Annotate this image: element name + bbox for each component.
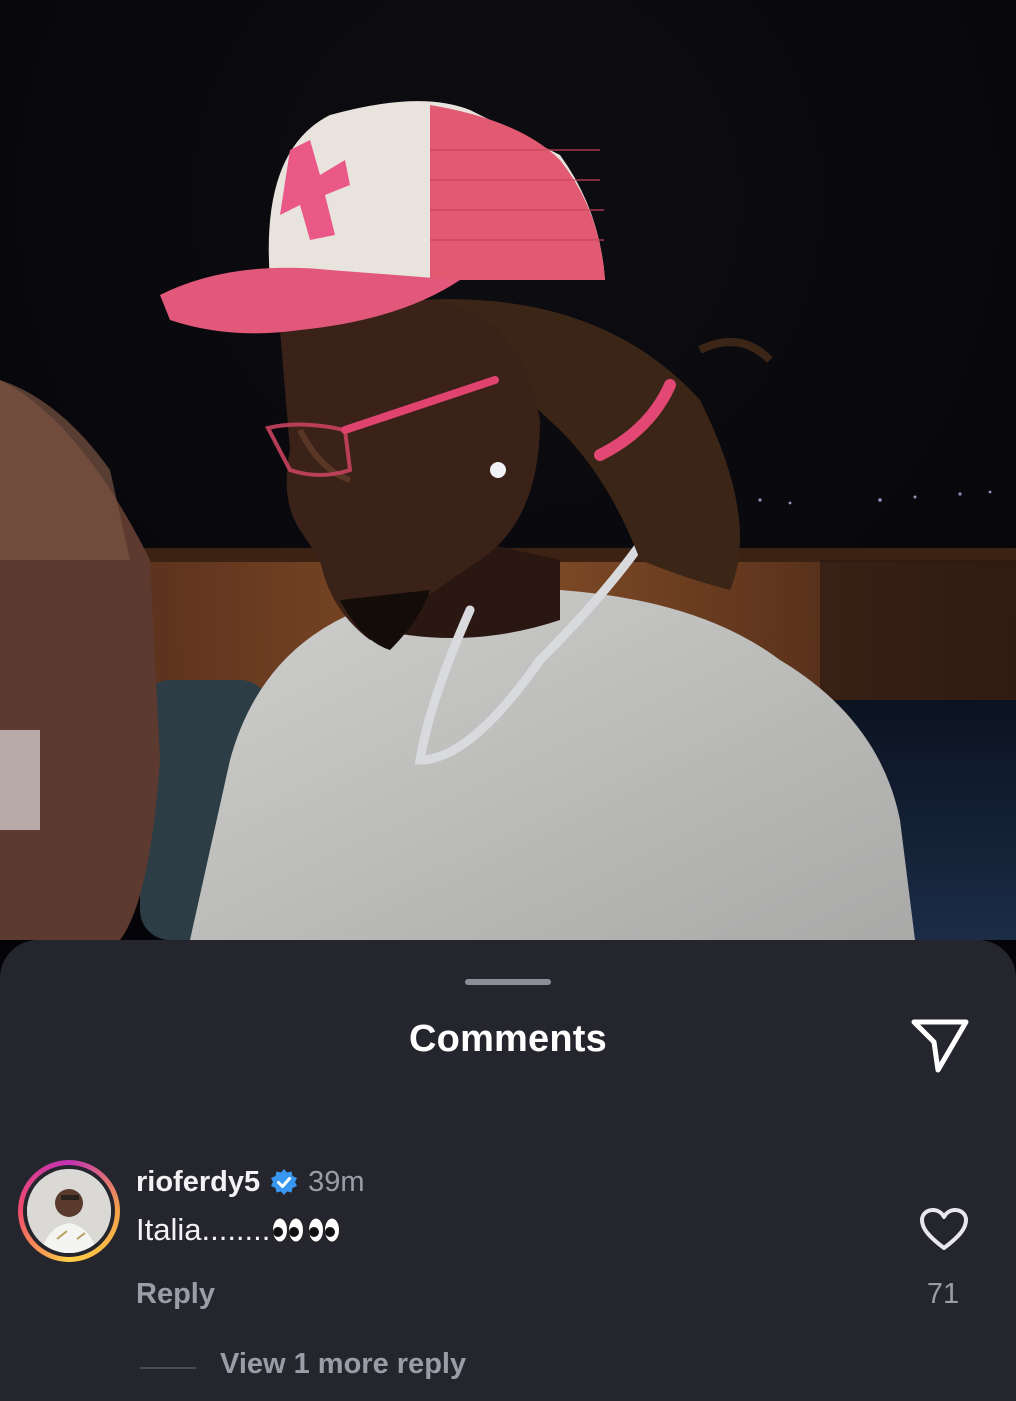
avatar[interactable] — [18, 1160, 120, 1262]
comment-text: Italia........ — [136, 1212, 271, 1247]
drag-handle[interactable] — [465, 979, 551, 985]
comment-timestamp: 39m — [308, 1165, 365, 1198]
comment-username[interactable]: rioferdy5 — [136, 1166, 260, 1199]
paper-plane-icon — [911, 1019, 969, 1073]
comments-sheet: Comments rioferdy5 39m Italia........ Re… — [0, 940, 1016, 1401]
story-ring — [18, 1160, 120, 1262]
post-photo — [0, 0, 1016, 1000]
verified-badge-icon — [271, 1169, 298, 1195]
reply-button[interactable]: Reply — [136, 1278, 215, 1311]
like-count: 71 — [926, 1278, 960, 1310]
like-button[interactable] — [918, 1206, 970, 1252]
avatar-image — [27, 1169, 111, 1253]
heart-icon — [920, 1208, 968, 1250]
comment-body: Italia........ — [136, 1212, 344, 1248]
comment-item: rioferdy5 39m Italia........ Reply 71 Vi… — [0, 1150, 1016, 1400]
sheet-title: Comments — [409, 1018, 607, 1060]
view-more-replies[interactable]: View 1 more reply — [220, 1348, 466, 1381]
share-button[interactable] — [906, 1014, 972, 1074]
replies-divider — [140, 1367, 196, 1369]
eyes-emoji — [272, 1216, 344, 1244]
